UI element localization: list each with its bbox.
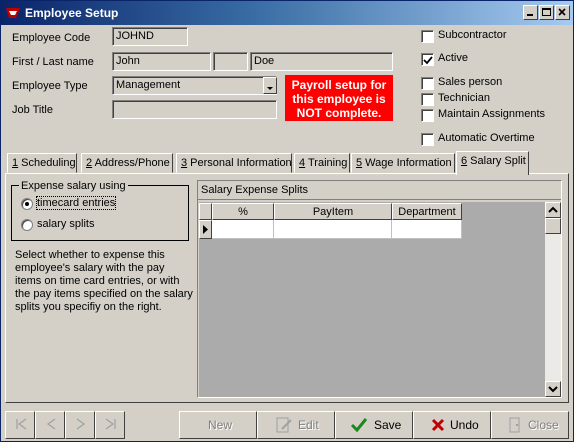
expense-groupbox <box>11 185 189 241</box>
employee-type-value: Management <box>116 79 181 91</box>
chevron-up-icon <box>548 206 558 213</box>
undo-button[interactable]: Undo <box>413 411 491 439</box>
dropdown-button[interactable] <box>263 77 277 94</box>
radio-selected-dot <box>25 202 29 206</box>
maintain-assignments-checkbox[interactable] <box>421 109 434 122</box>
grid-cell-percent[interactable] <box>212 220 274 239</box>
scroll-up-button[interactable] <box>545 202 561 218</box>
tab-wage-information[interactable]: 5 Wage Information <box>351 153 455 173</box>
close-window-button[interactable] <box>555 5 570 20</box>
scroll-down-button[interactable] <box>545 381 561 397</box>
salary-splits-title: Salary Expense Splits <box>198 181 561 200</box>
edit-button-label: Edit <box>298 418 319 432</box>
edit-icon <box>276 417 292 433</box>
minimize-button[interactable] <box>523 5 538 20</box>
tab-training[interactable]: 4 Training <box>294 153 350 173</box>
edit-button[interactable]: Edit <box>257 411 335 439</box>
first-record-button[interactable] <box>5 411 35 439</box>
payroll-warning-banner: Payroll setup for this employee is NOT c… <box>285 75 393 121</box>
new-button[interactable]: New <box>179 411 257 439</box>
middle-initial-field[interactable] <box>213 52 248 71</box>
job-title-field[interactable] <box>112 100 277 119</box>
chevron-down-icon <box>548 386 558 393</box>
subcontractor-checkbox[interactable] <box>421 30 434 43</box>
sales-person-label: Sales person <box>438 76 503 88</box>
row-pointer-icon <box>203 225 208 234</box>
previous-record-button[interactable] <box>35 411 65 439</box>
sales-person-checkbox[interactable] <box>421 77 434 90</box>
save-button[interactable]: Save <box>335 411 413 439</box>
grid-vertical-scrollbar[interactable] <box>545 202 561 397</box>
title-bar[interactable]: Employee Setup <box>1 1 573 25</box>
grid-header-payitem[interactable]: PayItem <box>274 203 392 220</box>
employee-code-field[interactable]: JOHND <box>112 27 188 46</box>
chevron-down-icon <box>267 87 273 90</box>
checkmark-icon <box>423 56 433 65</box>
maintain-assignments-label: Maintain Assignments <box>438 108 545 120</box>
new-button-label: New <box>208 418 233 432</box>
grid-header-percent[interactable]: % <box>212 203 274 220</box>
next-record-icon <box>76 418 86 430</box>
app-logo-icon <box>5 5 21 21</box>
employee-setup-window: Employee Setup Employee Code JOHND First… <box>0 0 574 442</box>
tab-scheduling[interactable]: 1 Scheduling <box>7 153 77 173</box>
grid-cell-payitem[interactable] <box>274 220 392 239</box>
last-record-button[interactable] <box>95 411 125 439</box>
close-button[interactable]: Close <box>491 411 569 439</box>
active-checkbox[interactable] <box>421 53 434 66</box>
row-indicator[interactable] <box>199 220 212 239</box>
door-icon <box>509 417 520 433</box>
previous-record-icon <box>46 418 56 430</box>
save-button-label: Save <box>374 418 402 432</box>
subcontractor-label: Subcontractor <box>438 29 507 41</box>
checkmark-icon <box>350 418 368 433</box>
tab-personal-information[interactable]: 3 Personal Information <box>176 153 292 173</box>
maximize-button[interactable] <box>539 5 554 20</box>
timecard-entries-radio[interactable] <box>21 198 33 210</box>
salary-splits-radio[interactable] <box>21 219 33 231</box>
job-title-label: Job Title <box>12 104 53 116</box>
employee-type-select[interactable]: Management <box>112 76 277 95</box>
grid-cell-department[interactable] <box>392 220 462 239</box>
window-title: Employee Setup <box>25 6 119 20</box>
undo-button-label: Undo <box>450 418 479 432</box>
expense-group-title: Expense salary using <box>19 180 128 192</box>
expense-description: Select whether to expense this employee'… <box>15 249 193 313</box>
technician-label: Technician <box>438 92 490 104</box>
last-name-field[interactable]: Doe <box>250 52 393 71</box>
first-record-icon <box>16 418 27 430</box>
tab-salary-split[interactable]: 6 Salary Split <box>456 151 529 175</box>
technician-checkbox[interactable] <box>421 93 434 106</box>
next-record-button[interactable] <box>65 411 95 439</box>
scroll-thumb[interactable] <box>545 218 561 234</box>
timecard-entries-label[interactable]: timecard entries <box>35 196 117 210</box>
name-label: First / Last name <box>12 56 94 68</box>
automatic-overtime-checkbox[interactable] <box>421 133 434 146</box>
first-name-field[interactable]: John <box>112 52 211 71</box>
salary-splits-label[interactable]: salary splits <box>37 218 94 230</box>
active-label: Active <box>438 52 468 64</box>
employee-code-label: Employee Code <box>12 32 91 44</box>
undo-x-icon <box>431 418 445 432</box>
automatic-overtime-label: Automatic Overtime <box>438 132 535 144</box>
close-button-label: Close <box>528 418 559 432</box>
grid-header-department[interactable]: Department <box>392 203 462 220</box>
tab-address-phone[interactable]: 2 Address/Phone <box>81 153 173 173</box>
grid-corner-header <box>199 203 212 220</box>
employee-type-label: Employee Type <box>12 80 88 92</box>
last-record-icon <box>105 418 116 430</box>
